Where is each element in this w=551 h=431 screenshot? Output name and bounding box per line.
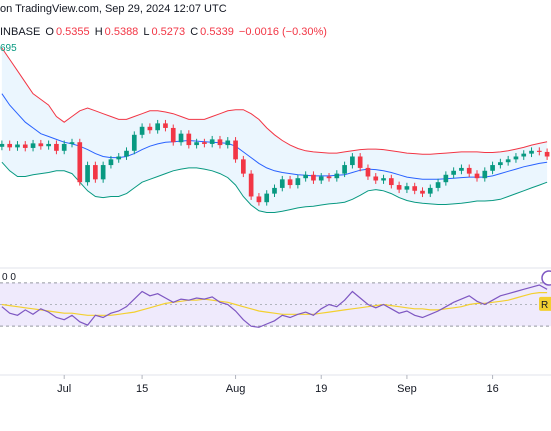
candle [93,165,98,180]
rsi-badge-text: R [541,300,548,311]
candle [279,179,285,188]
high-value: 0.5388 [104,26,139,38]
x-tick-label: Aug [226,383,246,395]
candle [303,174,308,179]
tv-logo-icon [541,270,551,286]
x-tick-label: Jul [57,383,71,395]
candle [241,159,246,174]
candle [108,159,114,166]
candle [124,150,129,157]
change-value: −0.0016 (−0.30%) [238,26,327,38]
candle [536,150,542,152]
candle [412,186,418,191]
candle [38,143,44,147]
candle [420,190,425,194]
candle [100,165,106,180]
candle [451,170,456,175]
candle [202,142,207,144]
candle [186,133,192,146]
candle [529,150,534,154]
candle [365,167,371,177]
candle [139,126,145,135]
candle [170,127,176,143]
candle [155,123,161,131]
ohlc-legend: INBASE O 0.5355 H 0.5388 L 0.5273 C 0.5339 −… [0,26,329,38]
candle [264,193,270,203]
candle [544,151,550,157]
candle [404,186,410,190]
candle [209,139,215,144]
candle [466,167,472,174]
candle [217,139,223,146]
candle [318,176,324,181]
rsi-label: 0 0 [2,272,16,283]
candle [474,173,480,179]
symbol-label: INBASE [0,26,41,38]
candle [15,144,20,148]
candle [350,156,355,166]
candle [482,170,488,179]
candle [272,187,277,194]
candle [194,142,199,146]
close-label: C [190,26,199,38]
candle [69,142,75,144]
candle [233,140,238,160]
published-caption: on TradingView.com, Sep 29, 2024 12:07 U… [0,3,227,15]
candle [61,143,67,151]
candle [116,156,122,160]
low-label: L [143,26,150,38]
candle [46,143,51,147]
candle [427,187,433,194]
candle [163,123,168,128]
bb-legend-value: 695 [0,43,17,54]
candle [513,156,519,160]
candle [435,182,441,188]
candle [131,134,137,151]
x-tick-label: 16 [486,383,498,395]
candle [342,165,347,174]
candle [248,173,254,197]
candle [443,174,449,183]
candle [77,142,83,183]
candle [357,156,363,168]
candle [30,143,36,148]
candle [334,173,340,179]
candle [498,162,503,166]
candle [381,178,386,181]
candle [326,176,332,179]
price-chart: 0 0 R Jul 15 Aug 19 Sep 16 [0,47,551,395]
open-value: 0.5355 [55,26,90,38]
candle [147,126,153,131]
candle [178,133,184,143]
x-tick-label: Sep [397,383,417,395]
candle [295,178,301,186]
chart-legend: on TradingView.com, Sep 29, 2024 12:07 U… [0,0,551,54]
open-label: O [45,26,54,38]
candle [521,153,527,157]
candle [0,143,5,147]
candle [373,176,379,181]
candle [225,140,231,146]
candle [54,143,59,151]
candle [388,178,394,186]
candle [490,165,495,171]
candle [287,179,293,186]
candle [7,143,13,148]
candle [459,167,464,171]
candle [396,185,402,190]
close-value: 0.5339 [200,26,234,38]
x-tick-label: 19 [315,383,327,395]
candle [22,144,28,148]
x-tick-label: 15 [136,383,148,395]
candle [311,174,316,181]
low-value: 0.5273 [151,26,186,38]
candle [85,165,90,183]
high-label: H [94,26,103,38]
candle [505,159,511,163]
candle [256,196,262,203]
